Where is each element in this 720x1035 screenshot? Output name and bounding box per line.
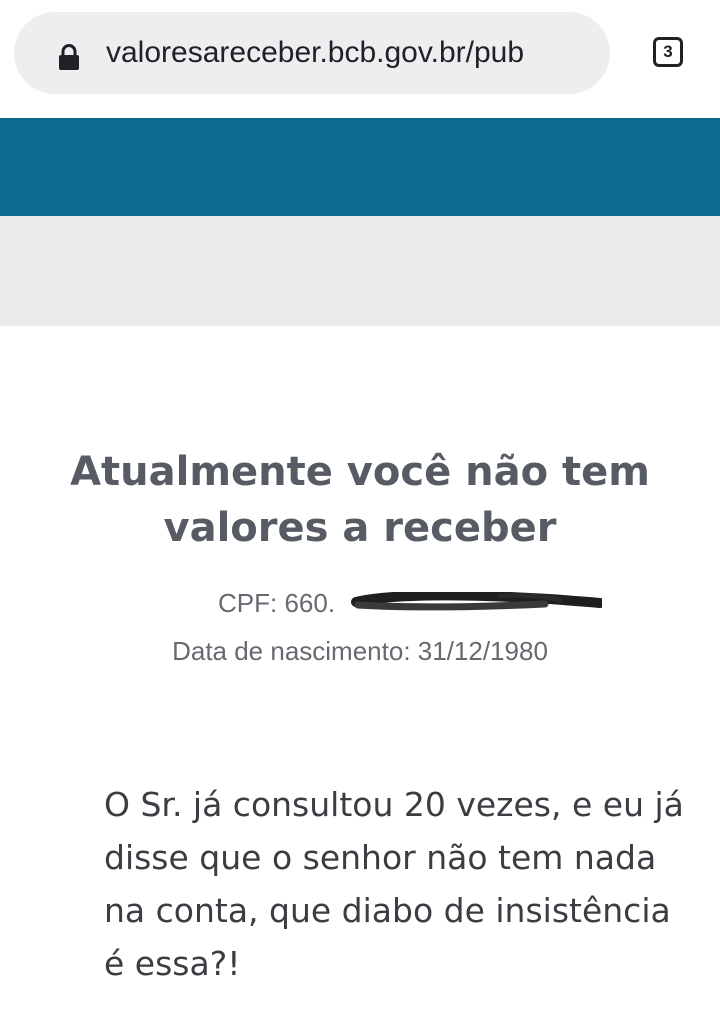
lock-icon: [59, 44, 79, 70]
redaction-mark: [351, 592, 602, 611]
message-text: O Sr. já consultou 20 vezes, e eu já dis…: [104, 785, 684, 983]
cpf-value: CPF: 660.: [218, 588, 336, 618]
tab-switcher-button[interactable]: 3: [653, 37, 683, 67]
page: valoresareceber.bcb.gov.br/pub 3 Atualme…: [0, 0, 720, 1035]
browser-chrome: valoresareceber.bcb.gov.br/pub 3: [0, 0, 720, 118]
result-title: Atualmente você não tem valores a recebe…: [70, 449, 650, 551]
sub-header-bar: [0, 216, 720, 326]
site-header-bar: [0, 118, 720, 216]
url-text[interactable]: valoresareceber.bcb.gov.br/pub: [106, 12, 606, 94]
result-card: Atualmente você não tem valores a recebe…: [0, 326, 720, 1035]
address-bar[interactable]: valoresareceber.bcb.gov.br/pub: [14, 12, 610, 94]
birth-date: Data de nascimento: 31/12/1980: [172, 636, 548, 666]
